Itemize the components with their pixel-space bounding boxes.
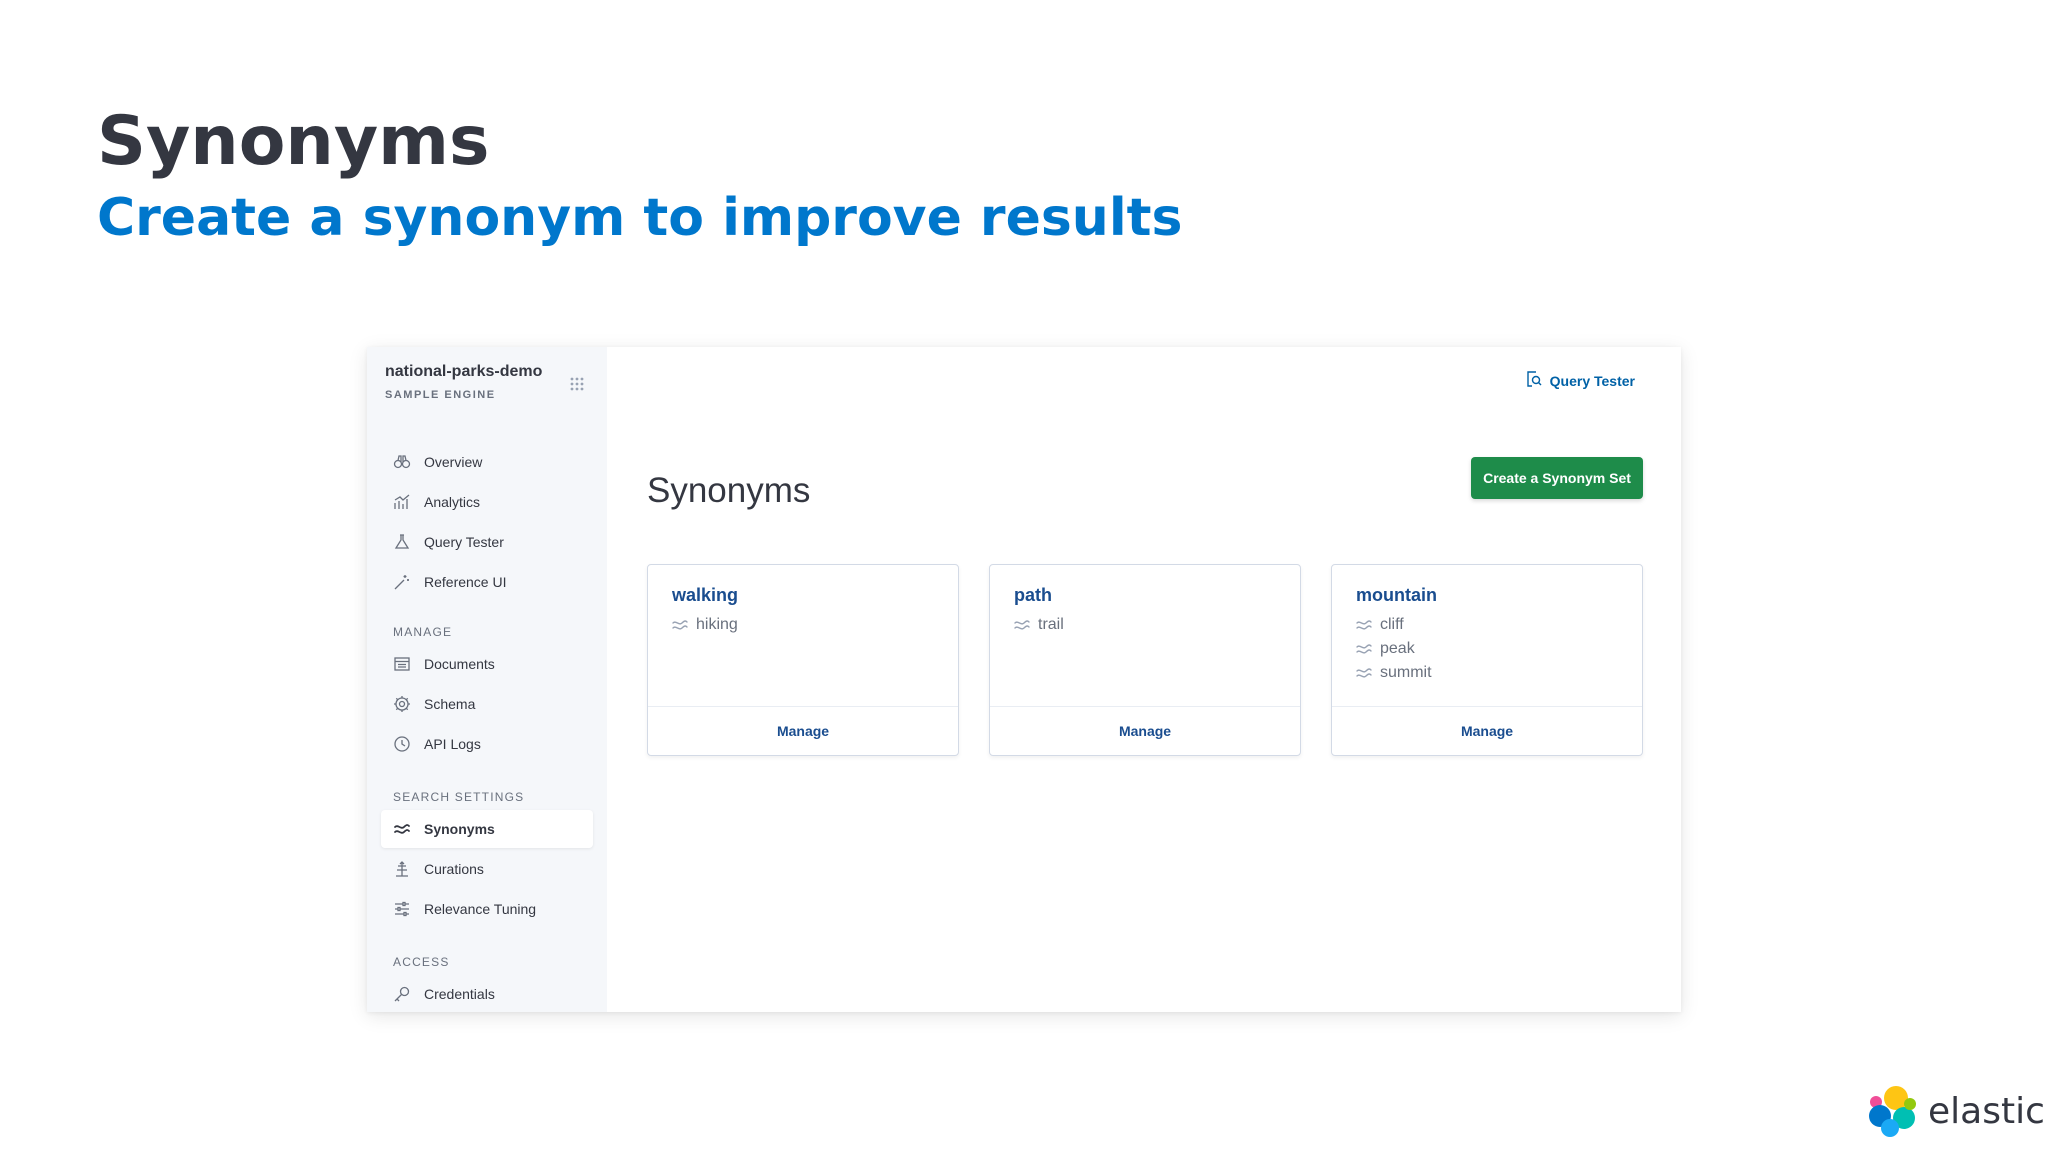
create-synonym-set-button[interactable]: Create a Synonym Set: [1471, 457, 1643, 499]
clock-icon: [393, 735, 411, 753]
manage-button[interactable]: Manage: [1119, 723, 1171, 739]
card-footer: Manage: [648, 706, 958, 755]
sidebar-item-label: Curations: [424, 861, 484, 877]
binoculars-icon: [393, 453, 411, 471]
synonym-card-title: walking: [672, 585, 739, 605]
section-label-access: ACCESS: [393, 955, 450, 969]
sliders-icon: [393, 900, 411, 918]
section-label-search-settings: SEARCH SETTINGS: [393, 790, 525, 804]
approx-icon: [672, 620, 688, 630]
elastic-wordmark: elastic: [1928, 1090, 2045, 1132]
sidebar-item-label: Credentials: [424, 986, 495, 1002]
synonym-card: mountain cliff peak summit Manage: [1331, 564, 1643, 756]
synonym-item: summit: [1356, 661, 1432, 685]
approx-icon: [1356, 620, 1372, 630]
magic-wand-icon: [393, 573, 411, 591]
synonym-item: cliff: [1356, 613, 1432, 637]
synonym-list: trail: [1014, 613, 1064, 637]
sidebar-item-schema[interactable]: Schema: [381, 685, 593, 723]
query-tester-link[interactable]: Query Tester: [1526, 371, 1635, 390]
approx-icon: [1014, 620, 1030, 630]
section-label-manage: MANAGE: [393, 625, 453, 639]
elastic-logo-icon: [1869, 1086, 1916, 1137]
approx-icon: [393, 820, 411, 838]
app-window: national-parks-demo SAMPLE ENGINE Overvi…: [367, 347, 1681, 1012]
sidebar-item-label: API Logs: [424, 736, 481, 752]
sidebar-item-documents[interactable]: Documents: [381, 645, 593, 683]
sidebar-item-label: Reference UI: [424, 574, 507, 590]
query-tester-label: Query Tester: [1549, 372, 1635, 389]
engine-name[interactable]: national-parks-demo: [385, 363, 542, 381]
page-title: Synonyms: [647, 471, 811, 510]
sidebar-item-label: Relevance Tuning: [424, 901, 537, 917]
apps-grid-icon[interactable]: [570, 377, 584, 391]
sidebar-item-analytics[interactable]: Analytics: [381, 483, 593, 521]
approx-icon: [1356, 644, 1372, 654]
card-footer: Manage: [990, 706, 1300, 755]
sidebar-item-label: Query Tester: [424, 534, 504, 550]
sidebar-item-reference-ui[interactable]: Reference UI: [381, 563, 593, 601]
slide-subtitle: Create a synonym to improve results: [97, 188, 1183, 248]
synonym-item: trail: [1014, 613, 1064, 637]
sidebar: national-parks-demo SAMPLE ENGINE Overvi…: [367, 347, 607, 1012]
synonym-card: walking hiking Manage: [647, 564, 959, 756]
synonym-item: peak: [1356, 637, 1432, 661]
main-content: Query Tester Synonyms Create a Synonym S…: [607, 347, 1681, 1012]
sidebar-item-credentials[interactable]: Credentials: [381, 975, 593, 1012]
sidebar-item-query-tester[interactable]: Query Tester: [381, 523, 593, 561]
manage-button[interactable]: Manage: [777, 723, 829, 739]
sidebar-item-label: Documents: [424, 656, 495, 672]
engine-type-label: SAMPLE ENGINE: [385, 389, 496, 401]
key-icon: [393, 985, 411, 1003]
flask-icon: [393, 533, 411, 551]
sidebar-item-label: Analytics: [424, 494, 481, 510]
sidebar-item-overview[interactable]: Overview: [381, 443, 593, 481]
slide-title: Synonyms: [97, 102, 490, 181]
synonym-item: hiking: [672, 613, 738, 637]
sidebar-item-label: Schema: [424, 696, 476, 712]
elastic-logo: elastic: [1866, 1084, 2045, 1138]
synonym-card: path trail Manage: [989, 564, 1301, 756]
sidebar-item-label: Synonyms: [424, 821, 495, 837]
card-footer: Manage: [1332, 706, 1642, 755]
gear-icon: [393, 695, 411, 713]
sidebar-item-relevance-tuning[interactable]: Relevance Tuning: [381, 890, 593, 928]
sidebar-item-curations[interactable]: Curations: [381, 850, 593, 888]
synonym-card-title: mountain: [1356, 585, 1437, 605]
manage-button[interactable]: Manage: [1461, 723, 1513, 739]
sidebar-item-synonyms[interactable]: Synonyms: [381, 810, 593, 848]
sidebar-item-label: Overview: [424, 454, 483, 470]
chart-icon: [393, 493, 411, 511]
curations-icon: [393, 860, 411, 878]
synonym-list: hiking: [672, 613, 738, 637]
documents-icon: [393, 655, 411, 673]
synonym-card-title: path: [1014, 585, 1052, 605]
search-doc-icon: [1526, 371, 1542, 390]
sidebar-item-api-logs[interactable]: API Logs: [381, 725, 593, 763]
synonym-list: cliff peak summit: [1356, 613, 1432, 685]
approx-icon: [1356, 668, 1372, 678]
